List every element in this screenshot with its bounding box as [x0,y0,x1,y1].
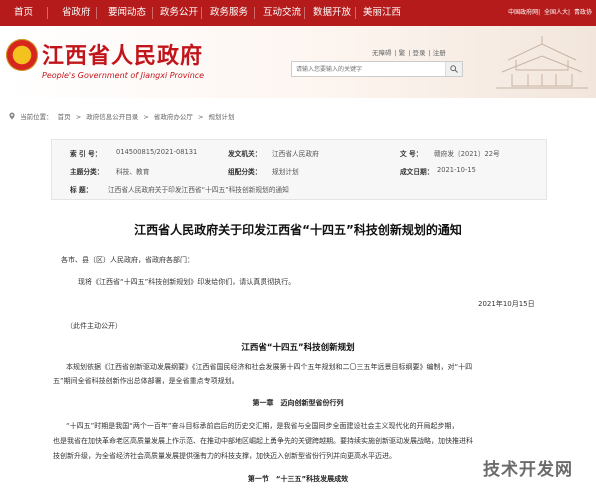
nav-item-gov-affairs[interactable]: 政务公开 [160,0,198,26]
nav-divider [152,7,153,19]
nav-divider [47,7,48,19]
index-number-label: 索 引 号： [70,150,102,158]
index-number-value: 014500815/2021-08131 [116,148,198,156]
chapter-paragraph-line: “十四五”时期是我国“两个一百年”奋斗目标承前启后的历史交汇期，是我省与全国同步… [66,422,459,430]
site-logo-subtitle: People's Government of Jiangxi Province [42,71,205,80]
chapter-paragraph-line: 也是我省在加快革命老区高质量发展上作示范、在推动中部地区崛起上勇争先的关键跨越期… [53,437,473,445]
category-value: 规划计划 [272,168,299,176]
breadcrumb-separator: > [75,113,82,121]
nav-item-provincial-gov[interactable]: 省政府 [62,0,91,26]
link-cppcc[interactable]: 青政协 [574,9,592,16]
search-icon [450,65,458,73]
topic-value: 科技、教育 [116,168,150,176]
breadcrumb-prefix: 当前位置： [20,113,53,121]
site-watermark: 技术开发网 [483,460,573,480]
location-pin-icon [9,112,15,120]
site-header: ★ 江西省人民政府 People's Government of Jiangxi… [0,26,596,98]
category-label: 组配分类： [228,168,262,176]
search-input[interactable] [292,62,446,76]
breadcrumb-separator: > [143,113,149,121]
breadcrumb-item-home[interactable]: 首页 [58,113,71,121]
notice-body: 现将《江西省“十四五”科技创新规划》印发给你们，请认真贯彻执行。 [78,278,296,286]
link-china-gov[interactable]: 中国政府网 [508,9,538,16]
nav-item-news[interactable]: 要闻动态 [108,0,146,26]
login-link[interactable]: 登录 [413,49,426,57]
title-label: 标 题： [70,186,93,194]
document-number-label: 文 号： [400,150,423,158]
top-right-links: 中国政府网| 全国人大| 青政协 [508,9,592,16]
nav-divider [254,7,255,19]
breadcrumb: 当前位置： 首页 > 政府信息公开目录 > 省政府办公厅 > 规划计划 [8,111,237,121]
nav-item-open-data[interactable]: 数据开放 [313,0,351,26]
article-title: 江西省人民政府关于印发江西省“十四五”科技创新规划的通知 [134,223,462,237]
public-release-note: （此件主动公开） [66,322,122,330]
nav-divider [96,7,97,19]
nav-divider [304,7,305,19]
nav-item-interaction[interactable]: 互动交流 [263,0,301,26]
document-number-value: 赣府发〔2021〕22号 [434,150,500,158]
link-npc[interactable]: 全国人大 [544,9,568,16]
search-button[interactable] [445,62,462,76]
pavilion-illustration [496,36,588,89]
breadcrumb-item-plans[interactable]: 规划计划 [208,113,234,121]
breadcrumb-item-catalog[interactable]: 政府信息公开目录 [86,113,138,121]
written-date-label: 成文日期： [400,168,434,176]
accessibility-link[interactable]: 无障碍 [372,49,392,57]
nav-item-beautiful-jiangxi[interactable]: 美丽江西 [363,0,401,26]
topic-label: 主题分类： [70,168,104,176]
nav-divider [201,7,202,19]
register-link[interactable]: 注册 [433,49,446,57]
chapter-heading: 第一章 迈向创新型省份行列 [252,399,344,407]
traditional-chinese-link[interactable]: 繁 [399,49,406,57]
title-value: 江西省人民政府关于印发江西省“十四五”科技创新规划的通知 [108,186,289,194]
issuer-label: 发文机关： [228,150,262,158]
salutation: 各市、县（区）人民政府，省政府各部门： [61,256,194,264]
breadcrumb-separator: > [197,113,204,121]
document-metadata-table: 索 引 号： 014500815/2021-08131 发文机关： 江西省人民政… [51,139,547,200]
intro-paragraph-line: 本规划依据《江西省创新驱动发展纲要》《江西省国民经济和社会发展第十四个五年规划和… [66,363,473,371]
issuer-value: 江西省人民政府 [272,150,319,158]
top-nav-bar: 首页 省政府 要闻动态 政务公开 政务服务 互动交流 数据开放 美丽江西 中国政… [0,0,596,26]
nav-item-home[interactable]: 首页 [14,0,33,26]
plan-title: 江西省“十四五”科技创新规划 [241,343,355,353]
search-box [291,61,463,77]
breadcrumb-item-office[interactable]: 省政府办公厅 [154,113,193,121]
issue-date: 2021年10月15日 [478,300,535,308]
utility-links: 无障碍 | 繁 | 登录 | 注册 [372,49,446,57]
national-emblem-icon: ★ [6,39,38,71]
chapter-paragraph-line: 技创新升级，为全省经济社会高质量发展提供强有力的科技支撑，加快迈入创新型省份行列… [53,452,396,460]
intro-paragraph-line: 五”期间全省科技创新作出总体部署，是全省重点专项规划。 [53,377,239,385]
nav-item-gov-services[interactable]: 政务服务 [210,0,248,26]
written-date-value: 2021-10-15 [437,166,476,174]
nav-divider [355,7,356,19]
site-logo-title[interactable]: 江西省人民政府 [42,38,203,70]
